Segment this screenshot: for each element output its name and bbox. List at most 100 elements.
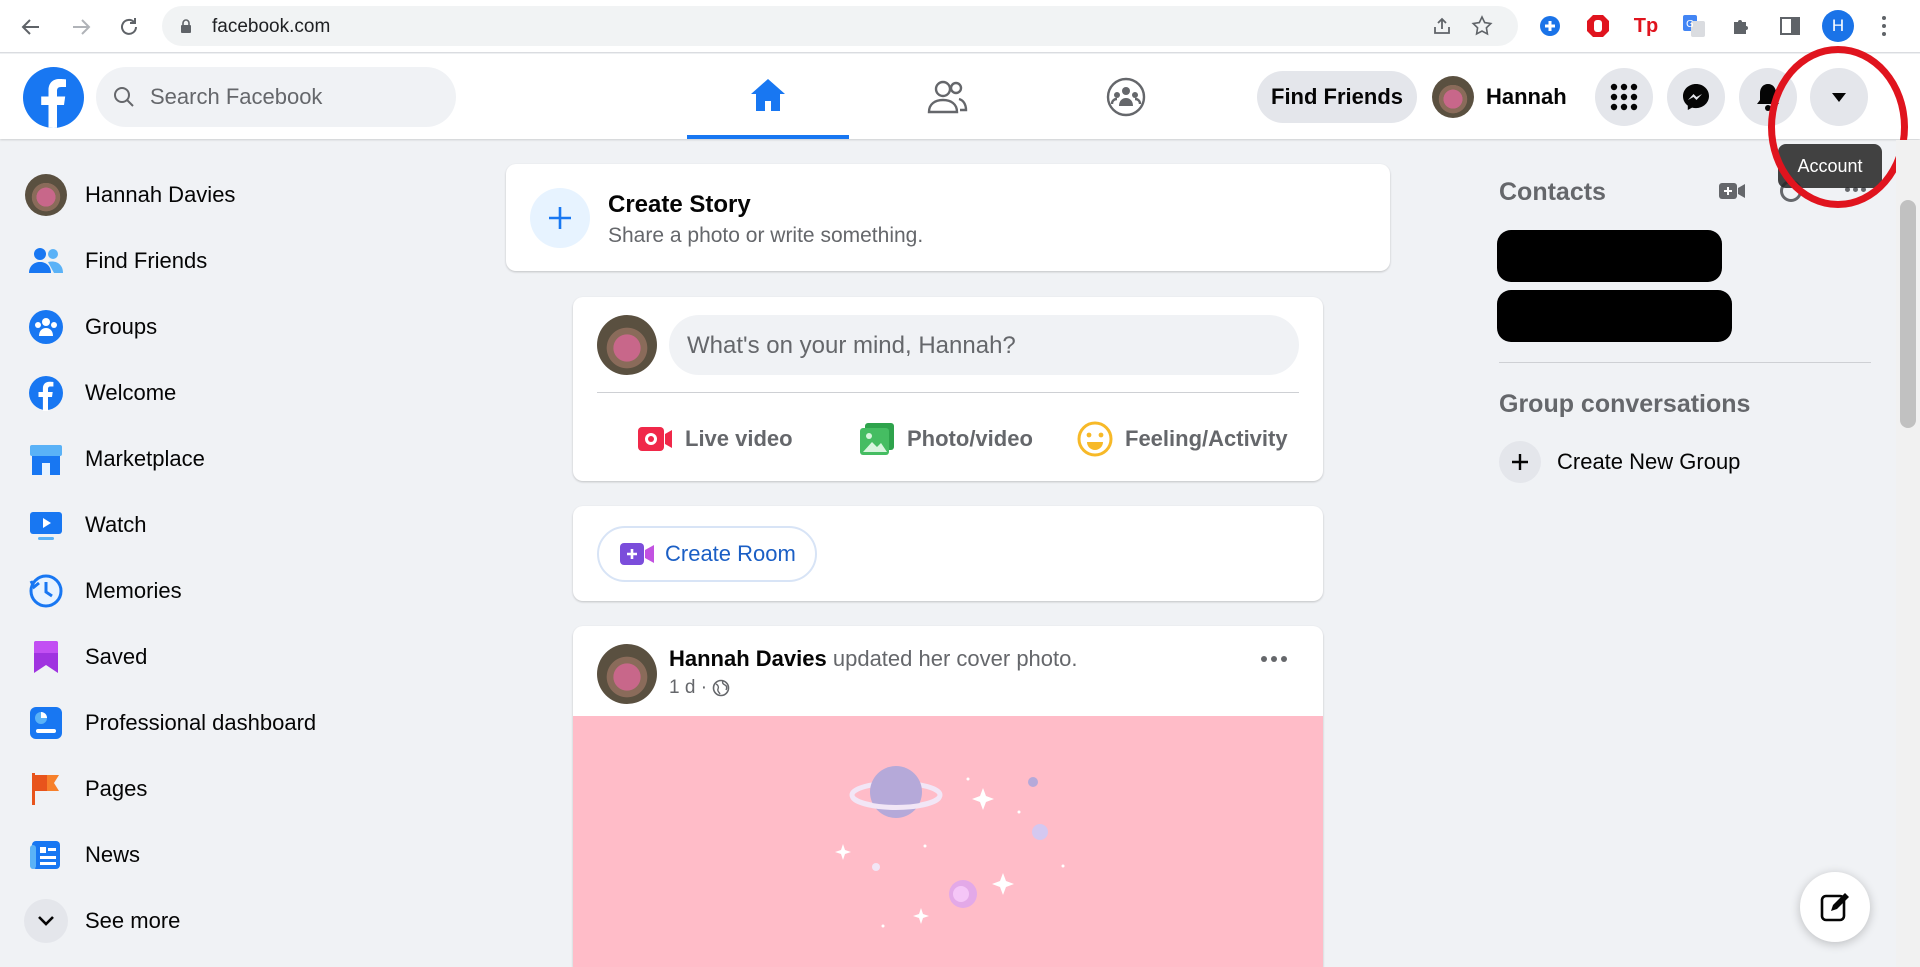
new-room-icon[interactable]	[1718, 180, 1746, 207]
extensions-puzzle-icon[interactable]	[1728, 12, 1756, 40]
new-message-button[interactable]	[1800, 872, 1870, 942]
sidebar-item-marketplace[interactable]: Marketplace	[20, 426, 460, 492]
sidebar-item-groups[interactable]: Groups	[20, 294, 460, 360]
menu-button[interactable]	[1595, 68, 1653, 126]
feeling-activity-button[interactable]: Feeling/Activity	[1077, 415, 1288, 463]
tab-groups[interactable]	[1045, 54, 1207, 139]
left-sidebar: Hannah Davies Find Friends Groups Welcom…	[20, 162, 460, 954]
sidebar-item-pages[interactable]: Pages	[20, 756, 460, 822]
scrollbar-thumb[interactable]	[1900, 200, 1916, 428]
live-video-label: Live video	[685, 426, 793, 451]
pages-icon	[24, 767, 68, 811]
notifications-button[interactable]	[1739, 68, 1797, 126]
redacted-contact[interactable]	[1497, 230, 1722, 282]
friends-tab-icon	[927, 80, 968, 113]
sidebar-item-watch[interactable]: Watch	[20, 492, 460, 558]
sidebar-item-find-friends[interactable]: Find Friends	[20, 228, 460, 294]
bookmark-star-icon[interactable]	[1470, 15, 1494, 39]
post-time-text: 1 d ·	[669, 677, 708, 698]
forward-arrow-icon	[73, 19, 91, 35]
facebook-icon	[24, 371, 68, 415]
share-icon[interactable]	[1430, 15, 1454, 39]
contacts-heading: Contacts	[1499, 178, 1606, 206]
news-icon	[24, 833, 68, 877]
back-button[interactable]	[14, 10, 48, 44]
create-room-label: Create Room	[665, 541, 796, 566]
profile-name: Hannah	[1486, 84, 1567, 109]
feed-post: Hannah Davies updated her cover photo. 1…	[573, 626, 1323, 967]
whats-on-your-mind-input[interactable]: What's on your mind, Hannah?	[669, 315, 1299, 375]
page-scrollbar[interactable]	[1896, 140, 1920, 967]
compose-icon	[1820, 893, 1849, 922]
address-bar[interactable]: facebook.com	[162, 6, 1518, 46]
sidebar-item-label: Hannah Davies	[85, 182, 236, 207]
avatar[interactable]	[597, 644, 657, 704]
more-options-icon[interactable]	[1261, 656, 1287, 662]
photo-video-label: Photo/video	[907, 426, 1033, 451]
avatar	[597, 315, 657, 375]
reload-icon	[121, 18, 137, 35]
lock-icon	[181, 19, 191, 33]
account-button[interactable]	[1810, 68, 1868, 126]
avatar	[1432, 76, 1474, 118]
messenger-button[interactable]	[1667, 68, 1725, 126]
live-video-button[interactable]: Live video	[637, 415, 793, 463]
extension-blue-icon[interactable]	[1536, 12, 1564, 40]
sidebar-item-label: News	[85, 842, 141, 867]
sidebar-item-welcome[interactable]: Welcome	[20, 360, 460, 426]
tab-friends[interactable]	[866, 54, 1028, 139]
smiley-icon	[1077, 421, 1113, 457]
space-illustration	[835, 766, 1065, 928]
sidebar-item-memories[interactable]: Memories	[20, 558, 460, 624]
avatar	[25, 174, 67, 216]
extension-tp-icon[interactable]: Tp	[1632, 12, 1660, 40]
browser-menu-icon[interactable]	[1872, 12, 1896, 40]
live-video-icon	[638, 427, 672, 451]
create-story-title: Create Story	[608, 191, 751, 218]
forward-button[interactable]	[64, 10, 98, 44]
sidebar-item-label: Groups	[85, 314, 158, 339]
tab-home[interactable]	[687, 54, 849, 139]
sidebar-item-label: Watch	[85, 512, 147, 537]
sidebar-item-news[interactable]: News	[20, 822, 460, 888]
facebook-logo-icon[interactable]	[23, 67, 84, 128]
create-story-card[interactable]: Create Story Share a photo or write some…	[506, 164, 1390, 271]
extension-stop-icon[interactable]	[1584, 12, 1612, 40]
create-new-group-label: Create New Group	[1557, 449, 1741, 474]
photo-video-button[interactable]: Photo/video	[859, 415, 1033, 463]
create-new-group-button[interactable]: Create New Group	[1499, 440, 1740, 484]
sidebar-item-label: Welcome	[85, 380, 177, 405]
redacted-contact[interactable]	[1497, 290, 1732, 342]
account-tooltip: Account	[1778, 144, 1882, 188]
search-icon	[114, 87, 134, 107]
find-friends-button[interactable]: Find Friends	[1257, 71, 1417, 123]
sidebar-item-profile[interactable]: Hannah Davies	[20, 162, 460, 228]
profile-shortcut[interactable]: Hannah	[1432, 71, 1567, 123]
cover-photo[interactable]	[573, 716, 1323, 967]
sidebar-item-label: Professional dashboard	[85, 710, 317, 735]
sidebar-item-see-more[interactable]: See more	[20, 888, 460, 954]
plus-icon	[1499, 441, 1541, 483]
search-input[interactable]: Search Facebook	[150, 84, 322, 110]
create-room-button[interactable]: Create Room	[597, 526, 817, 582]
bell-icon	[1757, 84, 1779, 111]
sidebar-item-label: Memories	[85, 578, 182, 603]
caret-down-icon	[1832, 93, 1846, 102]
side-panel-icon[interactable]	[1776, 12, 1804, 40]
browser-profile-avatar[interactable]: H	[1822, 10, 1854, 42]
url-text: facebook.com	[212, 16, 331, 37]
create-room-card: Create Room	[573, 506, 1323, 601]
post-author[interactable]: Hannah Davies	[669, 646, 827, 671]
globe-icon	[712, 679, 730, 697]
sidebar-item-professional-dashboard[interactable]: Professional dashboard	[20, 690, 460, 756]
sidebar-item-saved[interactable]: Saved	[20, 624, 460, 690]
post-action-text: updated her cover photo.	[832, 646, 1078, 671]
back-arrow-icon	[21, 19, 39, 35]
extension-translate-icon[interactable]: G	[1680, 12, 1708, 40]
sidebar-item-label: Pages	[85, 776, 148, 801]
post-timestamp[interactable]: 1 d ·	[669, 677, 730, 699]
search-bar[interactable]: Search Facebook	[96, 67, 456, 127]
reload-button[interactable]	[112, 10, 146, 44]
marketplace-icon	[24, 437, 68, 481]
group-conversations-heading: Group conversations	[1499, 390, 1751, 418]
